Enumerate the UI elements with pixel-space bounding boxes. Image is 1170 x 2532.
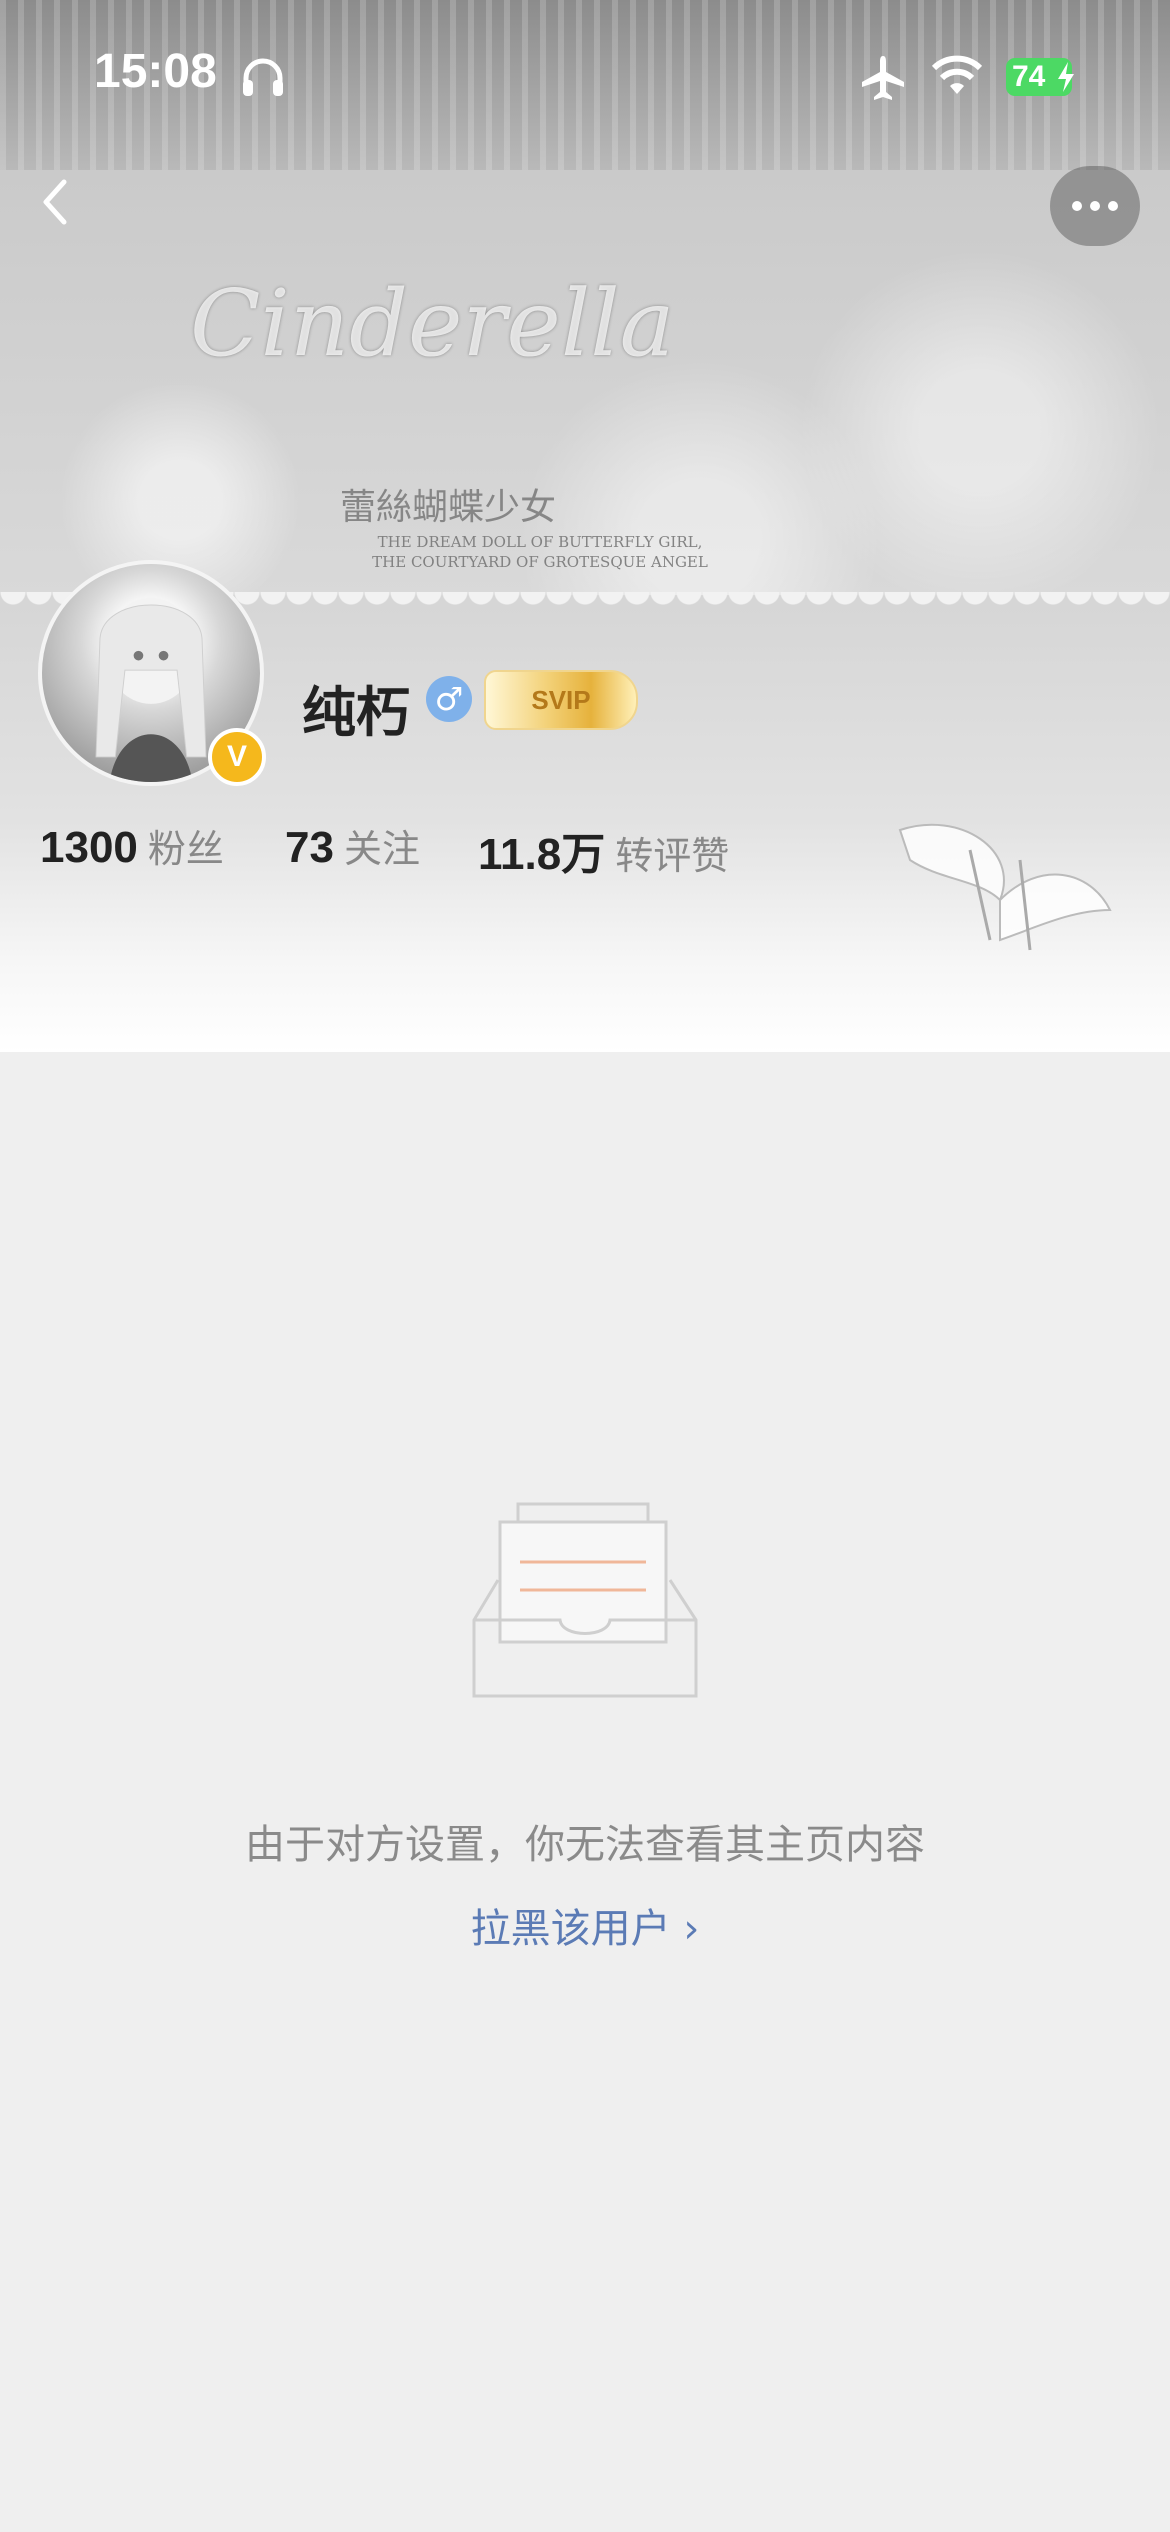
empty-inbox-icon [472, 1502, 698, 1698]
charging-bolt-icon [1058, 62, 1074, 92]
banner-cn-text: 蕾絲蝴蝶少女 [340, 487, 557, 528]
privacy-message: 由于对方设置，你无法查看其主页内容 [245, 1822, 925, 1868]
chevron-right-icon: › [683, 1906, 700, 1952]
stat-interactions-label: 转评赞 [615, 834, 730, 878]
stat-interactions-value: 11.8万 [478, 830, 606, 879]
banner-script-text: Cinderella [190, 270, 675, 377]
stat-followers[interactable]: 1300 粉丝 [40, 818, 224, 873]
stat-following[interactable]: 73 关注 [285, 818, 420, 873]
stat-interactions[interactable]: 11.8万 转评赞 [478, 818, 729, 882]
airplane-icon [862, 56, 904, 100]
wifi-icon [931, 55, 983, 94]
headphone-icon [243, 58, 283, 96]
stat-followers-value: 1300 [40, 823, 138, 872]
stat-following-label: 关注 [343, 827, 420, 871]
stat-followers-label: 粉丝 [147, 827, 224, 871]
user-name: 纯朽 [302, 681, 410, 744]
block-user-link[interactable]: 拉黑该用户 › [0, 1896, 1170, 1954]
banner-en-text: THE DREAM DOLL OF BUTTERFLY GIRL, THE CO… [372, 533, 708, 571]
more-dots-icon [1072, 201, 1118, 211]
status-time: 15:08 [94, 45, 217, 98]
back-button[interactable] [28, 172, 88, 232]
vip-badge[interactable]: SVIP [484, 670, 638, 730]
stat-following-value: 73 [285, 823, 334, 872]
block-user-label: 拉黑该用户 [470, 1906, 671, 1952]
battery-percent: 74 [1012, 60, 1046, 93]
wings-decoration-icon [898, 823, 1112, 951]
verified-badge: V [208, 728, 266, 786]
profile-banner: Cinderella 蕾絲蝴蝶少女 THE DREAM DOLL OF BUTT… [0, 0, 1170, 1052]
more-button[interactable] [1050, 166, 1140, 246]
status-bar: 15:08 74 [0, 0, 1170, 150]
gender-male-icon: ♂ [426, 676, 472, 722]
